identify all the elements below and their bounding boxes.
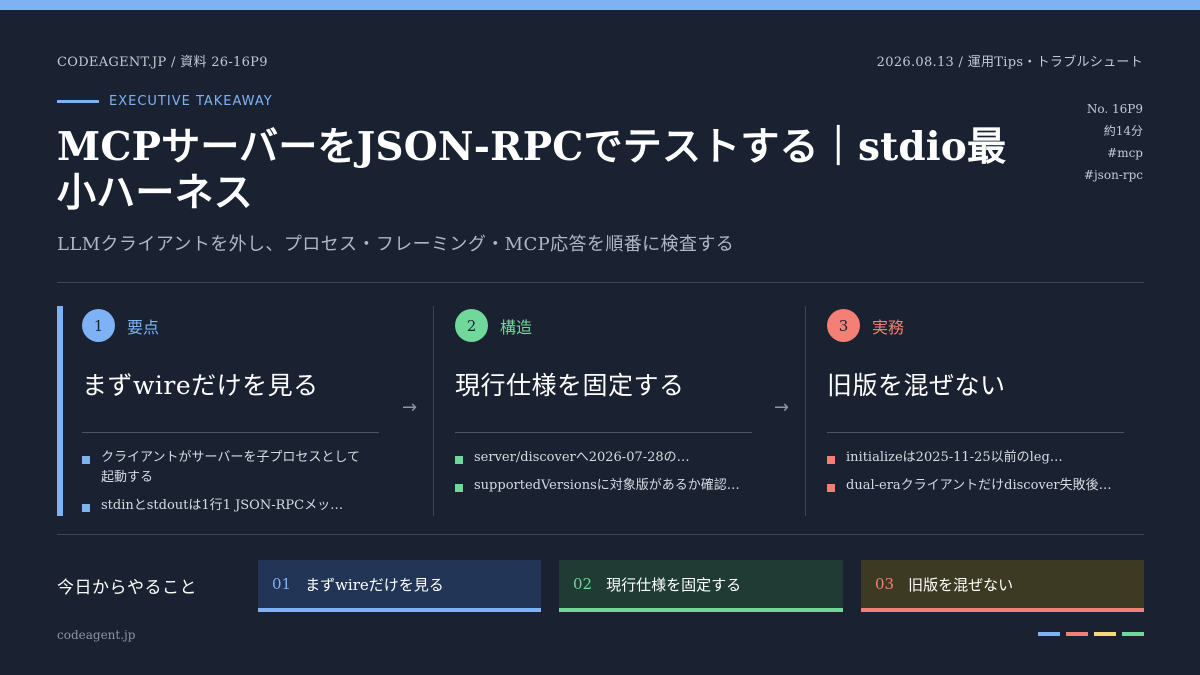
bullet-list: initializeは2025-11-25以前のleg… dual-eraクライ… (827, 448, 1117, 504)
square-bullet-icon (827, 484, 835, 492)
divider-top (57, 282, 1144, 283)
bullet-list: クライアントがサーバーを子プロセスとして起動する stdinとstdoutは1行… (82, 448, 372, 524)
header-meta-right: 2026.08.13 / 運用Tips・トラブルシュート (876, 55, 1143, 70)
action-number: 01 (272, 575, 292, 593)
action-card-02: 02 現行仕様を固定する (559, 560, 843, 612)
tag-mcp: #mcp (1107, 146, 1143, 160)
swatch-yellow (1094, 632, 1116, 636)
column-vertical-divider (805, 306, 806, 516)
column-badge-row: 2 構造 (455, 309, 532, 342)
column-divider (82, 432, 379, 433)
square-bullet-icon (455, 456, 463, 464)
eyebrow-text: EXECUTIVE TAKEAWAY (109, 94, 273, 109)
tag-json-rpc: #json-rpc (1083, 168, 1143, 182)
list-item: initializeは2025-11-25以前のleg… (827, 448, 1117, 468)
square-bullet-icon (827, 456, 835, 464)
list-item: dual-eraクライアントだけdiscover失敗後… (827, 476, 1117, 496)
read-time: 約14分 (1103, 124, 1143, 138)
today-label: 今日からやること (57, 578, 197, 598)
column-key-point: 1 要点 まずwireだけを見る クライアントがサーバーを子プロセスとして起動す… (57, 306, 387, 516)
header-meta-left: CODEAGENT.JP / 資料 26-16P9 (57, 55, 268, 70)
column-heading: 現行仕様を固定する (455, 371, 685, 400)
column-label: 要点 (127, 317, 160, 337)
arrow-right-icon: → (402, 397, 418, 418)
square-bullet-icon (82, 504, 90, 512)
action-card-03: 03 旧版を混ぜない (861, 560, 1144, 612)
square-bullet-icon (455, 484, 463, 492)
list-item: stdinとstdoutは1行1 JSON-RPCメッ… (82, 496, 372, 516)
arrow-right-icon: → (774, 397, 790, 418)
column-vertical-divider (433, 306, 434, 516)
eyebrow-line (57, 100, 99, 103)
column-divider (827, 432, 1124, 433)
action-text: まずwireだけを見る (305, 575, 444, 594)
action-card-01: 01 まずwireだけを見る (258, 560, 541, 612)
action-number: 02 (573, 575, 593, 593)
divider-bottom (57, 534, 1144, 535)
doc-number: No. 16P9 (1086, 102, 1143, 116)
color-swatches (1032, 632, 1144, 636)
swatch-blue (1038, 632, 1060, 636)
category: 運用Tips・トラブルシュート (967, 55, 1143, 70)
doc-id: 資料 26-16P9 (180, 55, 268, 70)
step-badge: 1 (82, 309, 115, 342)
column-label: 構造 (500, 317, 533, 337)
side-meta: No. 16P9 約14分 #mcp #json-rpc (1084, 98, 1143, 186)
column-divider (455, 432, 752, 433)
column-structure: 2 構造 現行仕様を固定する server/discoverへ2026-07-2… (433, 306, 763, 516)
list-item: server/discoverへ2026-07-28の… (455, 448, 745, 468)
top-accent-bar (0, 0, 1200, 10)
step-badge: 2 (455, 309, 488, 342)
column-heading: 旧版を混ぜない (827, 371, 1006, 400)
column-heading: まずwireだけを見る (82, 371, 319, 400)
list-item: supportedVersionsに対象版があるか確認… (455, 476, 745, 496)
publish-date: 2026.08.13 (876, 55, 955, 70)
step-badge: 3 (827, 309, 860, 342)
page-subtitle: LLMクライアントを外し、プロセス・フレーミング・MCP応答を順番に検査する (57, 234, 735, 255)
column-badge-row: 1 要点 (82, 309, 159, 342)
action-number: 03 (875, 575, 895, 593)
site-name: CODEAGENT.JP (57, 55, 167, 70)
square-bullet-icon (82, 456, 90, 464)
swatch-green (1122, 632, 1144, 636)
column-label: 実務 (872, 317, 905, 337)
column-practice: 3 実務 旧版を混ぜない initializeは2025-11-25以前のleg… (805, 306, 1135, 516)
footer-site: codeagent.jp (57, 628, 136, 642)
list-item: クライアントがサーバーを子プロセスとして起動する (82, 448, 372, 488)
action-text: 旧版を混ぜない (908, 575, 1014, 594)
column-badge-row: 3 実務 (827, 309, 904, 342)
column-accent-bar (57, 306, 63, 516)
swatch-red (1066, 632, 1088, 636)
action-text: 現行仕様を固定する (606, 575, 742, 594)
eyebrow: EXECUTIVE TAKEAWAY (57, 94, 273, 109)
bullet-list: server/discoverへ2026-07-28の… supportedVe… (455, 448, 745, 504)
page-title: MCPサーバーをJSON-RPCでテストする｜stdio最小ハーネス (57, 124, 1007, 216)
